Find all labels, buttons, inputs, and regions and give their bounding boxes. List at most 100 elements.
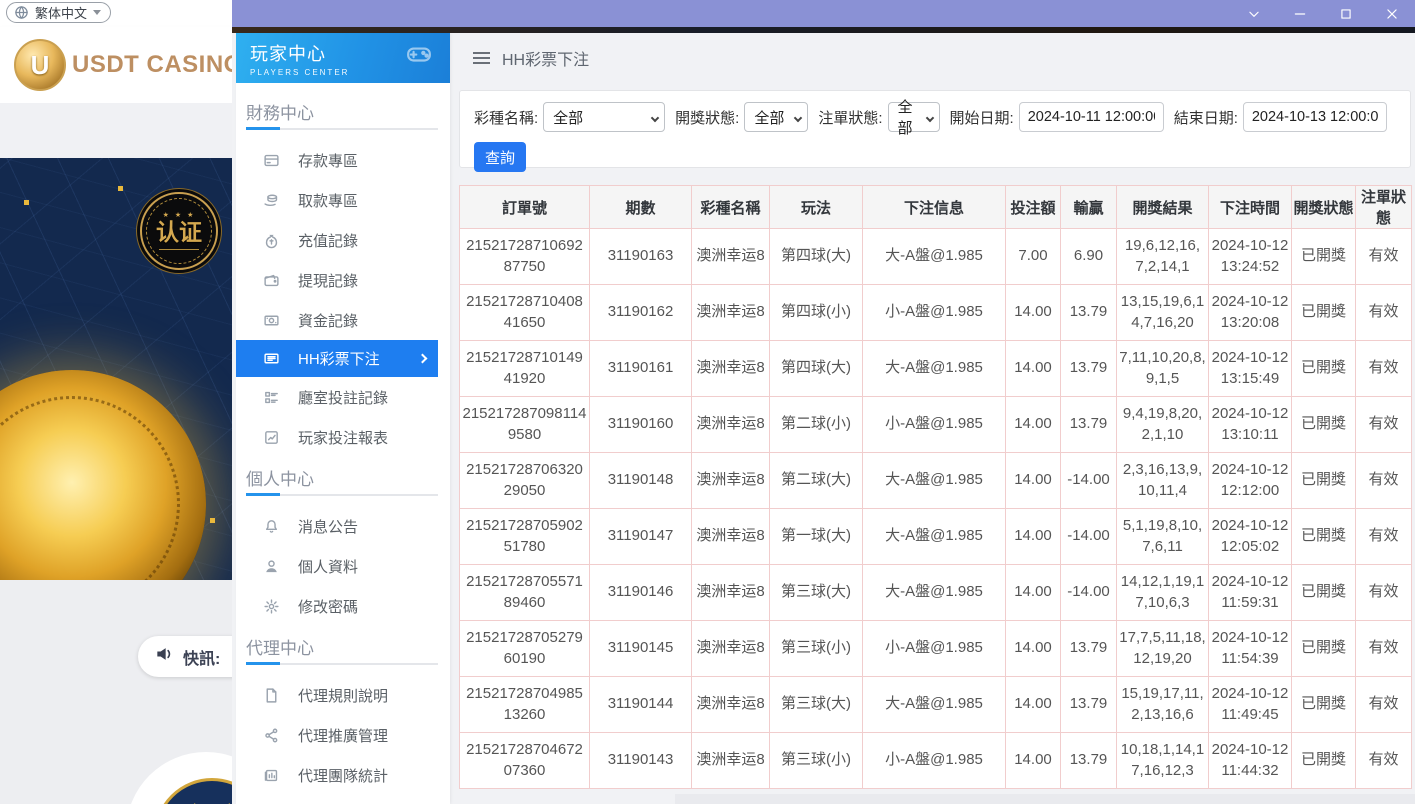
chevron-down-icon [925, 114, 933, 122]
hamburger-icon[interactable] [473, 52, 490, 64]
table-cell: 澳洲幸运8 [692, 509, 770, 565]
sidebar-item-message-announcements[interactable]: 消息公告 [236, 506, 450, 546]
sidebar-item-label: 充值記錄 [298, 230, 358, 251]
table-cell: 2152172871069287750 [460, 229, 590, 285]
sidebar-item-hh-lottery-bets[interactable]: HH彩票下注 [236, 340, 438, 377]
table-cell: 已開獎 [1292, 733, 1356, 789]
brand-name: USDT CASINO [72, 51, 232, 79]
table-cell: 13.79 [1061, 397, 1117, 453]
table-cell: 小-A盤@1.985 [863, 397, 1006, 453]
table-row: 215217287059025178031190147澳洲幸运8第一球(大)大-… [460, 509, 1412, 565]
table-cell: 有效 [1356, 397, 1412, 453]
lottery-name-select[interactable]: 全部 [543, 102, 665, 132]
table-cell: 31190162 [590, 285, 692, 341]
lottery-name-label: 彩種名稱: [474, 107, 538, 128]
table-cell: 2152172871014941920 [460, 341, 590, 397]
sidebar-item-label: 代理團隊統計 [298, 765, 388, 786]
table-cell: 已開獎 [1292, 453, 1356, 509]
table-cell: 5,1,19,8,10,7,6,11 [1117, 509, 1209, 565]
table-cell: 9,4,19,8,20,2,1,10 [1117, 397, 1209, 453]
table-cell: -14.00 [1061, 509, 1117, 565]
sidebar-item-agent-rules[interactable]: 代理規則說明 [236, 675, 450, 715]
table-cell: 2152172870527960190 [460, 621, 590, 677]
table-cell: 14,12,1,19,17,10,6,3 [1117, 565, 1209, 621]
table-cell: 31190147 [590, 509, 692, 565]
column-header: 期數 [590, 186, 692, 229]
column-header: 訂單號 [460, 186, 590, 229]
sidebar-item-recharge-record[interactable]: 充值記錄 [236, 220, 450, 260]
order-status-label: 注單狀態: [818, 107, 882, 128]
bell-icon [262, 517, 280, 535]
sidebar-item-withdrawal-record[interactable]: 提現記錄 [236, 260, 450, 300]
badge-stars: ★ ★ ★ [163, 212, 196, 219]
sidebar: 玩家中心 PLAYERS CENTER 財務中心存款專區取款專區充值記錄提現記錄… [236, 33, 450, 804]
gamepad-icon [402, 41, 436, 72]
sidebar-item-label: 取款專區 [298, 190, 358, 211]
table-cell: 17,7,5,11,18,12,19,20 [1117, 621, 1209, 677]
table-row: 215217287101494192031190161澳洲幸运8第四球(大)大-… [460, 341, 1412, 397]
bets-table: 訂單號期數彩種名稱玩法下注信息投注額輸贏開獎結果下注時間開獎狀態注單狀態2152… [459, 185, 1412, 789]
table-cell: 14.00 [1006, 565, 1061, 621]
list-record-icon [262, 388, 280, 406]
document-icon [262, 686, 280, 704]
sidebar-item-deposit-zone[interactable]: 存款專區 [236, 140, 450, 180]
window-titlebar [232, 0, 1415, 27]
table-cell: 有效 [1356, 285, 1412, 341]
table-row: 215217287098114958031190160澳洲幸运8第二球(小)小-… [460, 397, 1412, 453]
table-cell: 小-A盤@1.985 [863, 285, 1006, 341]
chevron-down-icon [794, 114, 802, 122]
sidebar-item-room-bet-record[interactable]: 廳室投註記錄 [236, 377, 450, 417]
chevron-down-icon [93, 10, 101, 15]
sidebar-item-agent-promotion[interactable]: 代理推廣管理 [236, 715, 450, 755]
chevron-down-icon[interactable] [1243, 4, 1265, 24]
lottery-ticket-icon [262, 350, 280, 368]
search-button[interactable]: 查詢 [474, 142, 526, 172]
table-cell: 澳洲幸运8 [692, 565, 770, 621]
table-cell: 澳洲幸运8 [692, 621, 770, 677]
horizontal-scrollbar[interactable] [675, 794, 1415, 804]
table-cell: 大-A盤@1.985 [863, 229, 1006, 285]
sidebar-item-player-bet-report[interactable]: 玩家投注報表 [236, 417, 450, 457]
minimize-icon[interactable] [1289, 4, 1311, 24]
table-cell: 第三球(大) [770, 677, 863, 733]
sidebar-item-change-password[interactable]: 修改密碼 [236, 586, 450, 626]
table-cell: 小-A盤@1.985 [863, 621, 1006, 677]
column-header: 下注時間 [1209, 186, 1292, 229]
maximize-icon[interactable] [1335, 4, 1357, 24]
sidebar-item-personal-profile[interactable]: 個人資料 [236, 546, 450, 586]
hand-money-icon [262, 191, 280, 209]
table-cell: 14.00 [1006, 341, 1061, 397]
table-cell: 2024-10-12 11:54:39 [1209, 621, 1292, 677]
table-cell: 已開獎 [1292, 677, 1356, 733]
table-cell: 31190163 [590, 229, 692, 285]
section-title: 代理中心 [246, 634, 450, 659]
left-bottom-area: 快訊: [0, 580, 232, 804]
chevron-down-icon [651, 114, 659, 122]
draw-status-select[interactable]: 全部 [744, 102, 808, 132]
table-cell: 2024-10-12 11:49:45 [1209, 677, 1292, 733]
start-date-input[interactable] [1019, 102, 1164, 132]
language-label: 繁体中文 [35, 3, 87, 22]
table-cell: 大-A盤@1.985 [863, 341, 1006, 397]
table-cell: 有效 [1356, 509, 1412, 565]
table-cell: 2152172870981149580 [460, 397, 590, 453]
table-cell: 已開獎 [1292, 341, 1356, 397]
language-selector[interactable]: 繁体中文 [6, 2, 111, 23]
badge-text: 认证 [156, 221, 202, 244]
news-ticker[interactable]: 快訊: [138, 636, 232, 677]
end-date-input[interactable] [1243, 102, 1387, 132]
table-cell: 14.00 [1006, 621, 1061, 677]
site-seal-logo [126, 752, 232, 804]
close-icon[interactable] [1381, 4, 1403, 24]
table-cell: 有效 [1356, 621, 1412, 677]
table-cell: 2024-10-12 12:05:02 [1209, 509, 1292, 565]
table-cell: 14.00 [1006, 509, 1061, 565]
sidebar-item-agent-team-stats[interactable]: 代理團隊統計 [236, 755, 450, 795]
sidebar-item-funds-record[interactable]: 資金記錄 [236, 300, 450, 340]
sidebar-item-withdraw-zone[interactable]: 取款專區 [236, 180, 450, 220]
app-window: 繁体中文 U USDT CASINO ★ ★ ★ 认证 [0, 0, 1415, 804]
money-bag-icon [262, 231, 280, 249]
sidebar-item-label: 廳室投註記錄 [298, 387, 388, 408]
order-status-select[interactable]: 全部 [888, 102, 940, 132]
table-cell: 14.00 [1006, 677, 1061, 733]
